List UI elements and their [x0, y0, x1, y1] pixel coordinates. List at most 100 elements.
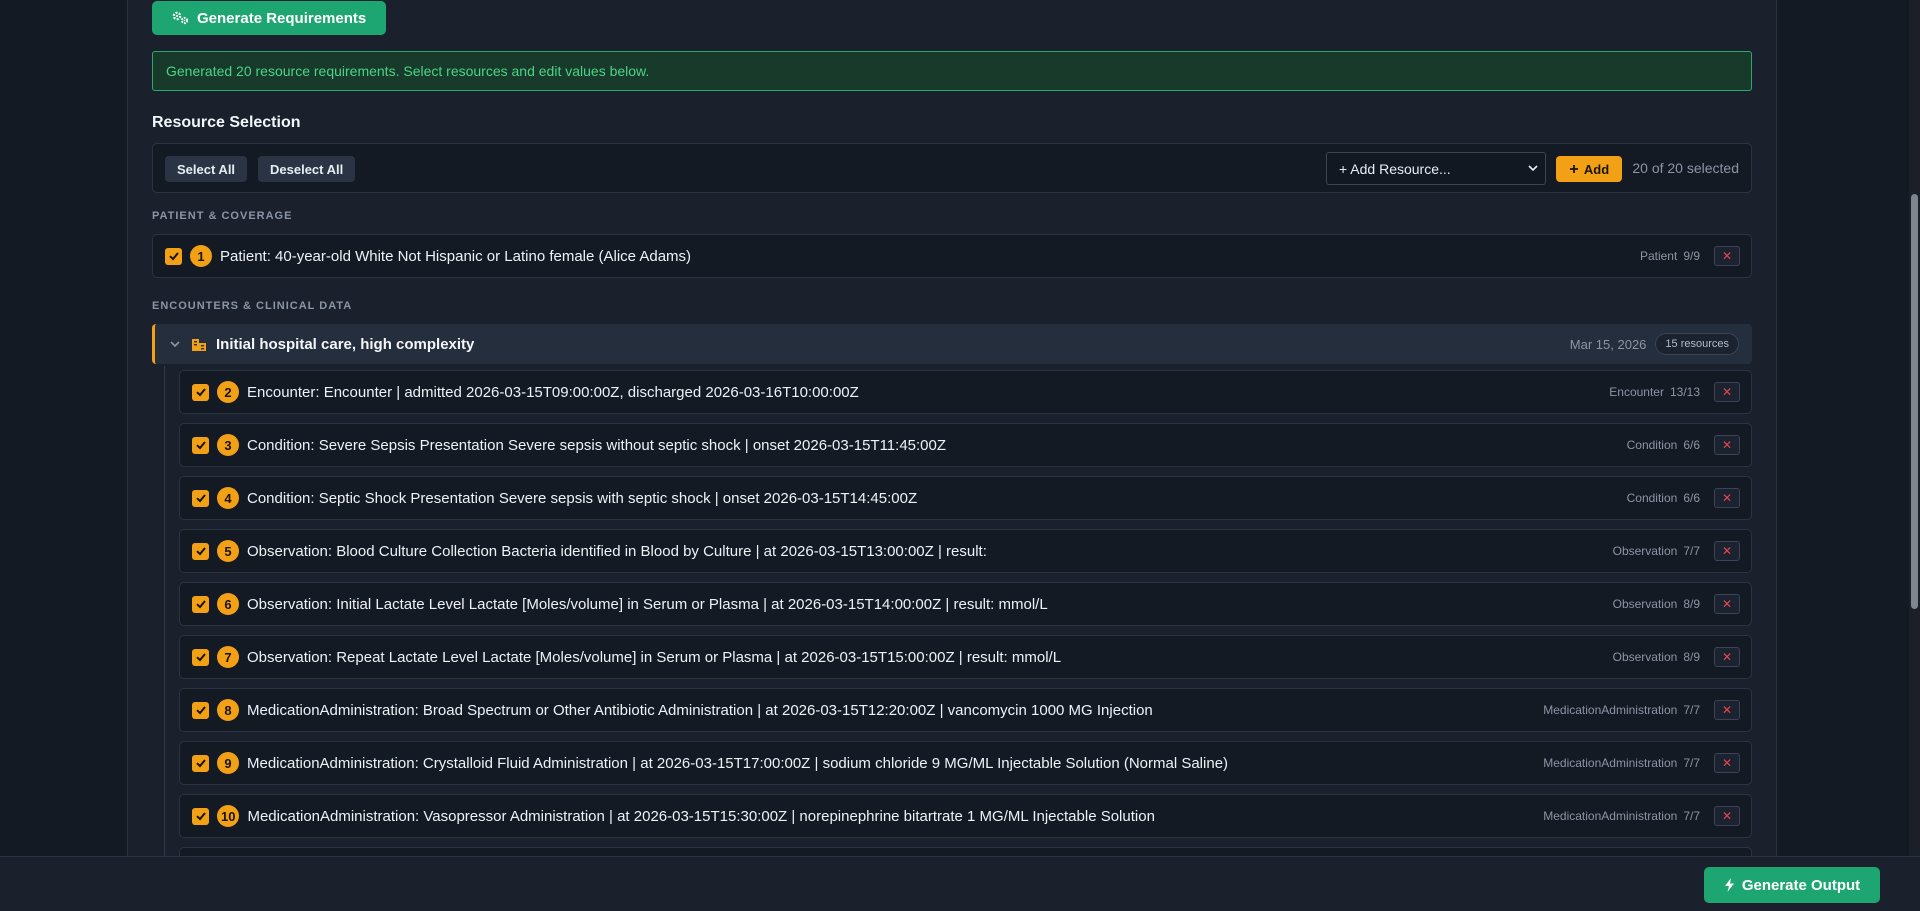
- close-icon: ✕: [1721, 491, 1733, 505]
- tree-connector-line: [164, 366, 165, 860]
- encounter-title: Initial hospital care, high complexity: [216, 335, 475, 353]
- row-number-badge: 9: [217, 752, 239, 774]
- close-icon: ✕: [1721, 385, 1733, 399]
- chevron-down-icon[interactable]: [169, 338, 181, 350]
- check-icon: [195, 812, 206, 821]
- gears-icon: [172, 11, 189, 25]
- resource-row[interactable]: 3 Condition: Severe Sepsis Presentation S…: [179, 423, 1752, 467]
- select-all-button[interactable]: Select All: [165, 156, 248, 182]
- close-icon: ✕: [1721, 438, 1733, 452]
- row-checkbox[interactable]: [192, 383, 209, 401]
- bolt-icon: [1724, 878, 1734, 892]
- row-checkbox[interactable]: [165, 247, 182, 265]
- check-icon: [168, 252, 179, 261]
- check-icon: [195, 600, 206, 609]
- row-checkbox[interactable]: [192, 489, 209, 507]
- row-summary: Patient: 40-year-old White Not Hispanic …: [220, 247, 692, 265]
- check-icon: [195, 388, 206, 397]
- row-number-badge: 6: [217, 593, 239, 615]
- remove-row-button[interactable]: ✕: [1714, 594, 1740, 614]
- close-icon: ✕: [1721, 703, 1733, 717]
- row-number-badge: 4: [217, 487, 239, 509]
- row-summary: Observation: Repeat Lactate Level Lactat…: [247, 648, 1062, 666]
- generate-requirements-button[interactable]: Generate Requirements: [152, 1, 387, 35]
- row-resource-type: Condition: [1626, 491, 1678, 505]
- row-number-badge: 2: [217, 381, 239, 403]
- row-resource-type: MedicationAdministration: [1543, 756, 1678, 770]
- close-icon: ✕: [1721, 544, 1733, 558]
- remove-row-button[interactable]: ✕: [1714, 382, 1740, 402]
- row-checkbox[interactable]: [192, 701, 209, 719]
- resource-row[interactable]: 7 Observation: Repeat Lactate Level Lacta…: [179, 635, 1752, 679]
- close-icon: ✕: [1721, 756, 1733, 770]
- resource-row[interactable]: 5 Observation: Blood Culture Collection B…: [179, 529, 1752, 573]
- remove-row-button[interactable]: ✕: [1714, 700, 1740, 720]
- row-summary: Encounter: Encounter | admitted 2026-03-…: [247, 383, 859, 401]
- row-field-count: 8/9: [1683, 597, 1700, 611]
- row-checkbox[interactable]: [192, 754, 209, 772]
- chevron-down-icon: [1528, 165, 1538, 172]
- row-resource-type: MedicationAdministration: [1543, 703, 1678, 717]
- remove-row-button[interactable]: ✕: [1714, 246, 1740, 266]
- add-resource-select[interactable]: + Add Resource...: [1326, 152, 1546, 185]
- row-resource-type: Observation: [1612, 597, 1678, 611]
- scrollbar-thumb[interactable]: [1911, 194, 1918, 609]
- generate-requirements-label: Generate Requirements: [197, 9, 367, 27]
- row-resource-type: Patient: [1639, 249, 1678, 263]
- row-checkbox[interactable]: [192, 436, 209, 454]
- hospital-icon: [192, 339, 206, 351]
- row-checkbox[interactable]: [192, 595, 209, 613]
- close-icon: ✕: [1721, 597, 1733, 611]
- close-icon: ✕: [1721, 650, 1733, 664]
- resource-row[interactable]: 6 Observation: Initial Lactate Level Lact…: [179, 582, 1752, 626]
- resource-row[interactable]: 10 MedicationAdministration: Vasopressor …: [179, 794, 1752, 838]
- row-field-count: 7/7: [1683, 809, 1700, 823]
- main-panel: Generate Requirements Generated 20 resou…: [127, 0, 1777, 860]
- row-field-count: 8/9: [1683, 650, 1700, 664]
- remove-row-button[interactable]: ✕: [1714, 647, 1740, 667]
- row-resource-type: Condition: [1626, 438, 1678, 452]
- remove-row-button[interactable]: ✕: [1714, 435, 1740, 455]
- group-label-patient-coverage: PATIENT & COVERAGE: [152, 210, 293, 222]
- check-icon: [195, 706, 206, 715]
- deselect-all-button[interactable]: Deselect All: [258, 156, 356, 182]
- generate-output-button[interactable]: Generate Output: [1704, 867, 1880, 903]
- row-field-count: 6/6: [1683, 438, 1700, 452]
- row-summary: Observation: Initial Lactate Level Lacta…: [247, 595, 1048, 613]
- resource-row[interactable]: 9 MedicationAdministration: Crystalloid F…: [179, 741, 1752, 785]
- generate-output-label: Generate Output: [1741, 876, 1861, 894]
- row-field-count: 7/7: [1683, 756, 1700, 770]
- row-summary: MedicationAdministration: Vasopressor Ad…: [247, 807, 1155, 825]
- row-field-count: 7/7: [1683, 703, 1700, 717]
- row-summary: Condition: Severe Sepsis Presentation Se…: [247, 436, 947, 454]
- resource-row-patient[interactable]: 1 Patient: 40-year-old White Not Hispani…: [152, 234, 1752, 278]
- group-label-encounters-clinical: ENCOUNTERS & CLINICAL DATA: [152, 300, 353, 312]
- remove-row-button[interactable]: ✕: [1714, 753, 1740, 773]
- add-resource-button[interactable]: Add: [1556, 156, 1622, 182]
- row-number-badge: 10: [217, 805, 240, 827]
- encounter-group-header[interactable]: Initial hospital care, high complexity M…: [152, 324, 1752, 364]
- resource-row[interactable]: 2 Encounter: Encounter | admitted 2026-03…: [179, 370, 1752, 414]
- row-checkbox[interactable]: [192, 807, 209, 825]
- remove-row-button[interactable]: ✕: [1714, 488, 1740, 508]
- row-field-count: 7/7: [1683, 544, 1700, 558]
- row-checkbox[interactable]: [192, 542, 209, 560]
- row-number-badge: 8: [217, 699, 239, 721]
- remove-row-button[interactable]: ✕: [1714, 806, 1740, 826]
- row-checkbox[interactable]: [192, 648, 209, 666]
- resource-toolbar: Select All Deselect All + Add Resource..…: [152, 143, 1752, 193]
- row-summary: Condition: Septic Shock Presentation Sev…: [247, 489, 918, 507]
- row-number-badge: 5: [217, 540, 239, 562]
- row-resource-type: MedicationAdministration: [1543, 809, 1678, 823]
- success-alert: Generated 20 resource requirements. Sele…: [152, 51, 1752, 91]
- resource-row[interactable]: 4 Condition: Septic Shock Presentation Se…: [179, 476, 1752, 520]
- footer-bar: Generate Output: [0, 856, 1920, 911]
- remove-row-button[interactable]: ✕: [1714, 541, 1740, 561]
- scrollbar-track[interactable]: [1909, 0, 1920, 856]
- check-icon: [195, 494, 206, 503]
- close-icon: ✕: [1721, 249, 1733, 263]
- encounter-resource-count-badge: 15 resources: [1655, 333, 1739, 355]
- row-summary: MedicationAdministration: Broad Spectrum…: [247, 701, 1153, 719]
- resource-row[interactable]: 8 MedicationAdministration: Broad Spectru…: [179, 688, 1752, 732]
- check-icon: [195, 759, 206, 768]
